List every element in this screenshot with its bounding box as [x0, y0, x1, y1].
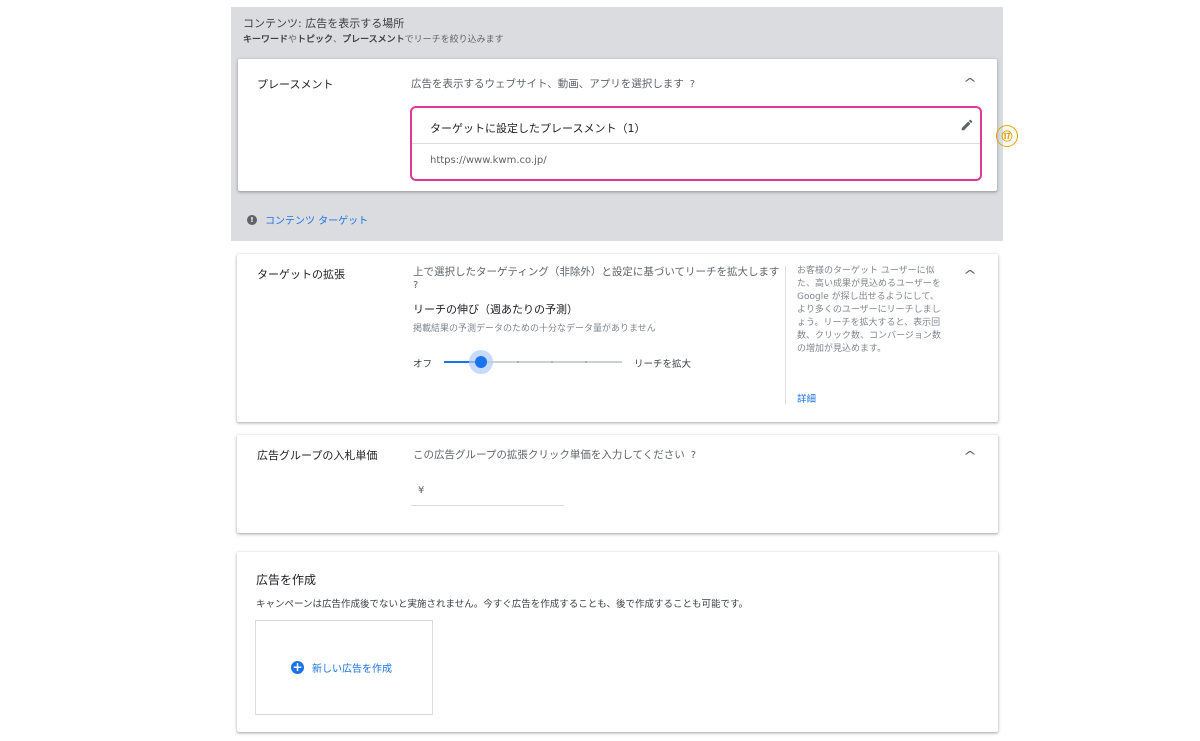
targeting-expansion-label: ターゲットの拡張 — [257, 268, 345, 281]
divider — [412, 143, 980, 144]
reach-slider[interactable] — [440, 348, 625, 376]
reach-note: 掲載結果の予測データのための十分なデータ量がありません — [413, 324, 656, 334]
placement-label: プレースメント — [257, 78, 334, 91]
content-section-subtitle: キーワードやトピック、プレースメントでリーチを絞り込みます — [243, 35, 504, 45]
bid-amount-input[interactable]: ¥ — [411, 480, 564, 506]
help-icon[interactable]: ? — [413, 280, 418, 291]
currency-symbol: ¥ — [418, 485, 425, 496]
targeted-placements-box: ターゲットに設定したプレースメント（1） https://www.kwm.co.… — [410, 106, 982, 181]
ad-group-bid-description: この広告グループの拡張クリック単価を入力してください? — [413, 449, 697, 461]
targeting-expansion-description: 上で選択したターゲティング（非除外）と設定に基づいてリーチを拡大します? — [413, 266, 780, 291]
content-section-title: コンテンツ: 広告を表示する場所 — [243, 17, 405, 30]
content-target-link[interactable]: ! コンテンツ ターゲット — [247, 212, 368, 227]
new-ad-tile[interactable]: + 新しい広告を作成 — [255, 620, 433, 715]
create-ad-title: 広告を作成 — [256, 573, 317, 587]
targeted-placements-header: ターゲットに設定したプレースメント（1） — [430, 122, 646, 135]
collapse-chevron-icon[interactable]: ^ — [963, 268, 977, 282]
placement-url: https://www.kwm.co.jp/ — [430, 155, 547, 166]
slider-thumb — [475, 356, 487, 368]
help-icon[interactable]: ? — [691, 450, 696, 461]
create-ad-description: キャンペーンは広告作成後でないと実施されません。今すぐ広告を作成することも、後で… — [256, 599, 749, 610]
help-icon[interactable]: ? — [690, 79, 695, 90]
content-target-label[interactable]: コンテンツ ターゲット — [265, 212, 368, 227]
reach-title: リーチの伸び（週あたりの予測） — [413, 303, 578, 316]
collapse-chevron-icon[interactable]: ^ — [963, 76, 977, 90]
pencil-icon[interactable] — [960, 118, 974, 132]
slider-max-label: リーチを拡大 — [634, 359, 692, 370]
new-ad-label: 新しい広告を作成 — [312, 664, 392, 675]
collapse-chevron-icon[interactable]: ^ — [963, 449, 977, 463]
info-icon: ! — [247, 214, 257, 225]
ad-group-bid-label: 広告グループの入札単価 — [257, 449, 378, 462]
side-panel-text: お客様のターゲット ユーザーに似た、高い成果が見込めるユーザーを Google … — [797, 266, 941, 354]
add-circle-icon: + — [291, 660, 304, 674]
details-link[interactable]: 詳細 — [797, 391, 816, 405]
side-panel-divider — [785, 266, 786, 404]
slider-min-label: オフ — [413, 359, 433, 370]
new-ad-button[interactable]: + 新しい広告を作成 — [291, 660, 392, 675]
callout-number-badge: ⑰ — [996, 125, 1018, 147]
placement-description: 広告を表示するウェブサイト、動画、アプリを選択します? — [411, 78, 696, 90]
